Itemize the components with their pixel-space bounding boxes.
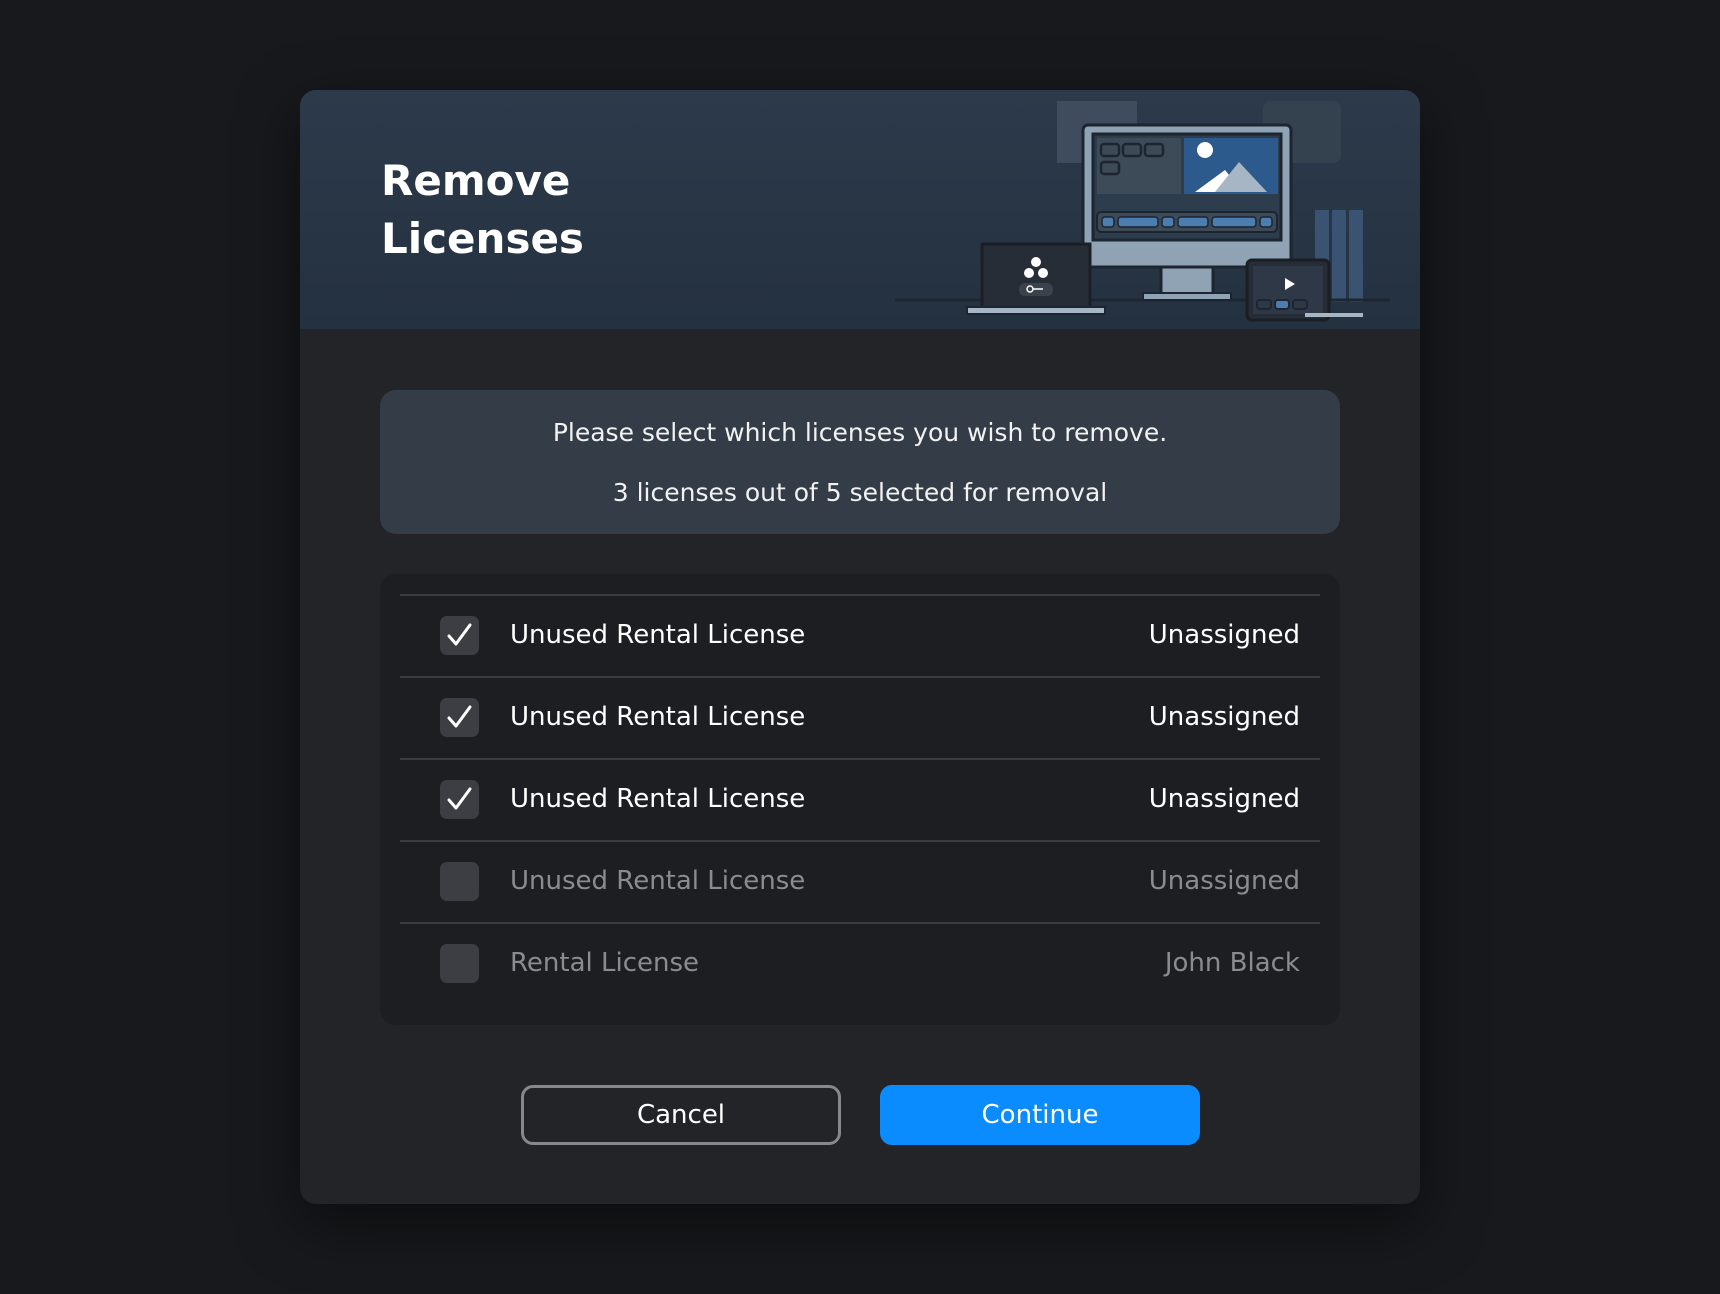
license-name: Unused Rental License — [510, 866, 806, 896]
license-row[interactable]: Rental License John Black — [400, 922, 1320, 1004]
license-name: Unused Rental License — [510, 620, 806, 650]
license-checkbox[interactable] — [440, 698, 479, 737]
selection-info-panel: Please select which licenses you wish to… — [380, 390, 1340, 534]
license-name: Unused Rental License — [510, 784, 806, 814]
license-row[interactable]: Unused Rental License Unassigned — [400, 594, 1320, 676]
checkmark-icon — [447, 623, 472, 646]
license-assignee: Unassigned — [1148, 620, 1300, 650]
license-row[interactable]: Unused Rental License Unassigned — [400, 758, 1320, 840]
dialog-header: Remove Licenses — [300, 90, 1420, 329]
continue-button[interactable]: Continue — [880, 1085, 1200, 1145]
license-row[interactable]: Unused Rental License Unassigned — [400, 840, 1320, 922]
license-name: Rental License — [510, 948, 700, 978]
license-checkbox[interactable] — [440, 616, 479, 655]
license-assignee: Unassigned — [1148, 784, 1300, 814]
devices-illustration — [895, 101, 1390, 322]
license-name: Unused Rental License — [510, 702, 806, 732]
instruction-text: Please select which licenses you wish to… — [552, 418, 1168, 447]
license-checkbox[interactable] — [440, 862, 479, 901]
license-assignee: Unassigned — [1148, 702, 1300, 732]
license-checkbox[interactable] — [440, 780, 479, 819]
selection-count-text: 3 licenses out of 5 selected for removal — [612, 478, 1108, 507]
remove-licenses-dialog: Remove Licenses Please select which lice… — [300, 90, 1420, 1204]
checkmark-icon — [447, 705, 472, 728]
license-row[interactable]: Unused Rental License Unassigned — [400, 676, 1320, 758]
license-assignee: John Black — [1164, 948, 1300, 978]
license-checkbox[interactable] — [440, 944, 479, 983]
checkmark-icon — [447, 787, 472, 810]
dialog-title: Remove Licenses — [381, 156, 584, 263]
license-assignee: Unassigned — [1148, 866, 1300, 896]
license-list: Unused Rental License Unassigned Unused … — [380, 574, 1340, 1025]
cancel-button[interactable]: Cancel — [521, 1085, 841, 1145]
